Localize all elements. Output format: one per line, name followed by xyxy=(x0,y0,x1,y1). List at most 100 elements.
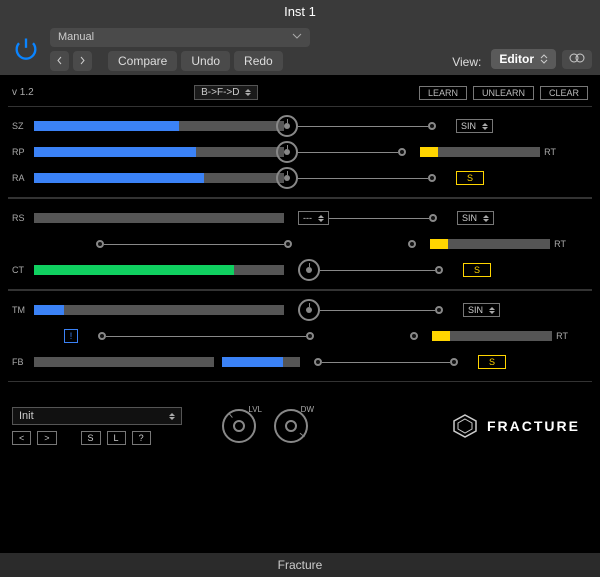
lfo2-sync-button[interactable]: S xyxy=(463,263,491,277)
stepper-icon xyxy=(318,215,324,222)
routing-select[interactable]: B->F->D xyxy=(194,85,258,100)
preset-save-button[interactable]: S xyxy=(81,431,101,445)
resonance-slider[interactable] xyxy=(34,213,284,223)
level-knob-group: LVL xyxy=(222,409,256,443)
routing-node xyxy=(408,240,416,248)
routing-node xyxy=(450,358,458,366)
segment-value: --- xyxy=(303,213,312,223)
size-label: SZ xyxy=(8,121,34,131)
brand: FRACTURE xyxy=(451,412,588,440)
version-label: v 1.2 xyxy=(12,87,34,98)
chevron-right-icon xyxy=(79,56,86,65)
prev-preset-button[interactable] xyxy=(50,51,69,71)
routing-node xyxy=(314,358,322,366)
power-button[interactable] xyxy=(8,31,44,67)
stepper-icon xyxy=(540,54,548,64)
sections: SZ SIN RP xyxy=(8,106,592,382)
lfo-wave-value: SIN xyxy=(468,305,483,315)
delay-section: TM SIN ! xyxy=(8,290,592,382)
preset-name: Init xyxy=(19,410,34,422)
lfo2-rate-slider[interactable] xyxy=(430,239,550,249)
routing-node xyxy=(429,214,437,222)
filter-section: RS --- SIN xyxy=(8,198,592,290)
routing-node xyxy=(96,240,104,248)
drywet-knob-group: DW xyxy=(274,409,308,443)
preset-mode-label: Manual xyxy=(58,31,94,43)
undo-button[interactable]: Undo xyxy=(181,51,230,71)
time-slider[interactable] xyxy=(34,305,284,315)
plugin-body: v 1.2 B->F->D LEARN UNLEARN CLEAR SZ xyxy=(0,75,600,553)
preset-prev-button[interactable]: < xyxy=(12,431,31,445)
view-select[interactable]: Editor xyxy=(491,49,556,69)
lfo1-rate-slider[interactable] xyxy=(420,147,540,157)
plugin-footer: Init < > S L ? LVL DW xyxy=(8,382,592,462)
time-label: TM xyxy=(8,305,34,315)
link-icon xyxy=(568,52,586,64)
window-title: Inst 1 xyxy=(0,0,600,23)
routing-node xyxy=(435,306,443,314)
routing-node xyxy=(428,174,436,182)
lfo-wave-value: SIN xyxy=(462,213,477,223)
routing-node xyxy=(306,332,314,340)
routing-node xyxy=(284,240,292,248)
ratio-label: RA xyxy=(8,173,34,183)
redo-button[interactable]: Redo xyxy=(234,51,283,71)
repeat-slider[interactable] xyxy=(34,147,204,157)
time-mod-knob[interactable] xyxy=(298,299,320,321)
stepper-icon xyxy=(245,89,251,96)
lfo-wave-value: SIN xyxy=(461,121,476,131)
preset-help-button[interactable]: ? xyxy=(132,431,151,445)
lfo3-rate-slider[interactable] xyxy=(432,331,552,341)
segment-select[interactable]: --- xyxy=(298,211,329,225)
feedback-slider-left[interactable] xyxy=(34,357,214,367)
lfo1-wave-select[interactable]: SIN xyxy=(456,119,493,133)
repeat-mod-knob[interactable] xyxy=(276,141,298,163)
midi-buttons: LEARN UNLEARN CLEAR xyxy=(419,86,588,100)
routing-node xyxy=(98,332,106,340)
ratio-slider[interactable] xyxy=(34,173,204,183)
chevron-left-icon xyxy=(56,56,63,65)
routing-node xyxy=(410,332,418,340)
plugin-topbar: v 1.2 B->F->D LEARN UNLEARN CLEAR xyxy=(8,83,592,106)
midi-unlearn-button[interactable]: UNLEARN xyxy=(473,86,534,100)
brand-name: FRACTURE xyxy=(487,418,580,434)
size-mod-knob[interactable] xyxy=(276,115,298,137)
chevron-down-icon xyxy=(292,31,302,44)
view-label: View: xyxy=(452,55,481,69)
host-toolbar: Manual Compare Undo Redo View: Editor xyxy=(0,23,600,75)
view-value: Editor xyxy=(499,52,534,66)
routing-value: B->F->D xyxy=(201,87,239,98)
midi-learn-button[interactable]: LEARN xyxy=(419,86,467,100)
feedback-slider-right[interactable] xyxy=(222,357,300,367)
midi-clear-button[interactable]: CLEAR xyxy=(540,86,588,100)
routing-node xyxy=(435,266,443,274)
repeat-label: RP xyxy=(8,147,34,157)
routing-node xyxy=(398,148,406,156)
stepper-icon xyxy=(169,413,175,420)
cutoff-mod-knob[interactable] xyxy=(298,259,320,281)
link-channels-button[interactable] xyxy=(562,50,592,69)
delay-alert-button[interactable]: ! xyxy=(64,329,78,343)
ratio-mod-knob[interactable] xyxy=(276,167,298,189)
preset-name-select[interactable]: Init xyxy=(12,407,182,425)
stepper-icon xyxy=(482,123,488,130)
output-knobs: LVL DW xyxy=(222,409,308,443)
lfo2-wave-select[interactable]: SIN xyxy=(457,211,494,225)
level-knob[interactable] xyxy=(222,409,256,443)
lfo3-sync-button[interactable]: S xyxy=(478,355,506,369)
cutoff-slider[interactable] xyxy=(34,265,284,275)
lfo1-sync-button[interactable]: S xyxy=(456,171,484,185)
rate-label: RT xyxy=(550,239,570,249)
rate-label: RT xyxy=(552,331,572,341)
compare-button[interactable]: Compare xyxy=(108,51,177,71)
preset-next-button[interactable]: > xyxy=(37,431,56,445)
cutoff-label: CT xyxy=(8,265,34,275)
lfo3-wave-select[interactable]: SIN xyxy=(463,303,500,317)
preset-mode-select[interactable]: Manual xyxy=(50,28,310,47)
brand-logo-icon xyxy=(451,412,479,440)
size-slider[interactable] xyxy=(34,121,204,131)
next-preset-button[interactable] xyxy=(73,51,92,71)
feedback-label: FB xyxy=(8,357,34,367)
drywet-knob[interactable] xyxy=(274,409,308,443)
preset-load-button[interactable]: L xyxy=(107,431,126,445)
